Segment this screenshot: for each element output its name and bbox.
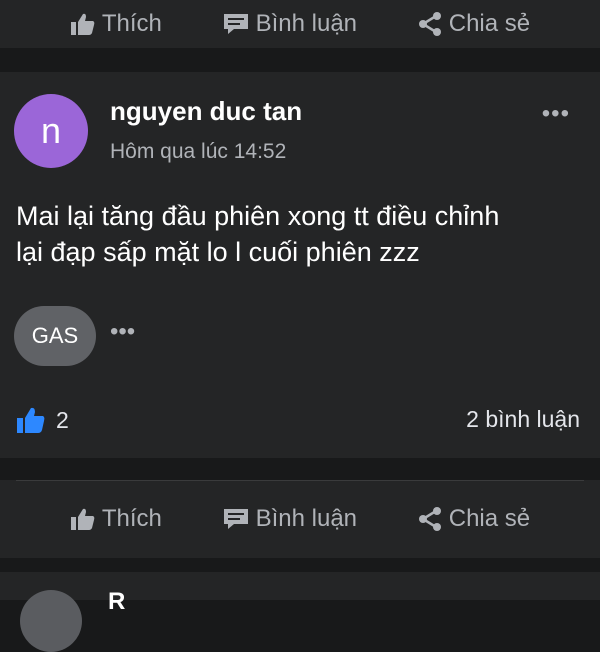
action-divider — [16, 480, 584, 481]
post-content-line: Mai lại tăng đầu phiên xong tt điều chỉn… — [16, 201, 500, 231]
post-content-line: lại đạp sấp mặt lo l cuối phiên zzz — [16, 237, 420, 267]
avatar-letter: n — [40, 110, 62, 151]
like-label: Thích — [101, 10, 162, 37]
stock-tag[interactable]: GAS — [14, 306, 96, 366]
stock-tag-label: GAS — [31, 323, 79, 348]
next-post-avatar[interactable] — [20, 590, 82, 652]
like-count[interactable]: 2 — [16, 406, 69, 434]
like-count-value: 2 — [56, 406, 69, 433]
post-timestamp[interactable]: Hôm qua lúc 14:52 — [110, 140, 286, 164]
like-label: Thích — [101, 505, 162, 532]
like-button[interactable]: Thích — [70, 505, 162, 533]
feed-separator — [0, 458, 600, 480]
like-reaction-icon — [17, 407, 45, 433]
thumbs-up-icon — [70, 13, 95, 36]
post-author[interactable]: nguyen duc tan — [110, 96, 302, 127]
comment-icon — [223, 14, 248, 34]
more-options-icon[interactable]: ••• — [542, 100, 570, 128]
share-label: Chia sẻ — [448, 10, 531, 37]
comment-label: Bình luận — [255, 10, 358, 37]
share-label: Chia sẻ — [448, 505, 531, 532]
share-button[interactable]: Chia sẻ — [417, 505, 530, 533]
bottom-action-bar: Thích Bình luận Chia sẻ — [0, 480, 600, 558]
comment-button-top[interactable]: Bình luận — [222, 10, 357, 38]
share-icon — [418, 507, 441, 531]
avatar[interactable]: n — [14, 94, 88, 168]
like-button-top[interactable]: Thích — [70, 10, 162, 38]
next-post-card — [0, 572, 600, 600]
feed-separator — [0, 558, 600, 572]
feed-separator — [0, 48, 600, 72]
next-post-author[interactable]: R — [108, 588, 125, 616]
tag-more-icon[interactable]: ••• — [110, 318, 135, 346]
comment-icon — [223, 509, 248, 529]
share-button-top[interactable]: Chia sẻ — [417, 10, 530, 38]
comment-label: Bình luận — [255, 505, 358, 532]
share-icon — [418, 12, 441, 36]
comment-count[interactable]: 2 bình luận — [466, 406, 580, 433]
top-action-bar: Thích Bình luận Chia sẻ — [0, 0, 600, 48]
thumbs-up-icon — [70, 508, 95, 530]
comment-button[interactable]: Bình luận — [222, 505, 357, 533]
post-content: Mai lại tăng đầu phiên xong tt điều chỉn… — [16, 198, 576, 270]
